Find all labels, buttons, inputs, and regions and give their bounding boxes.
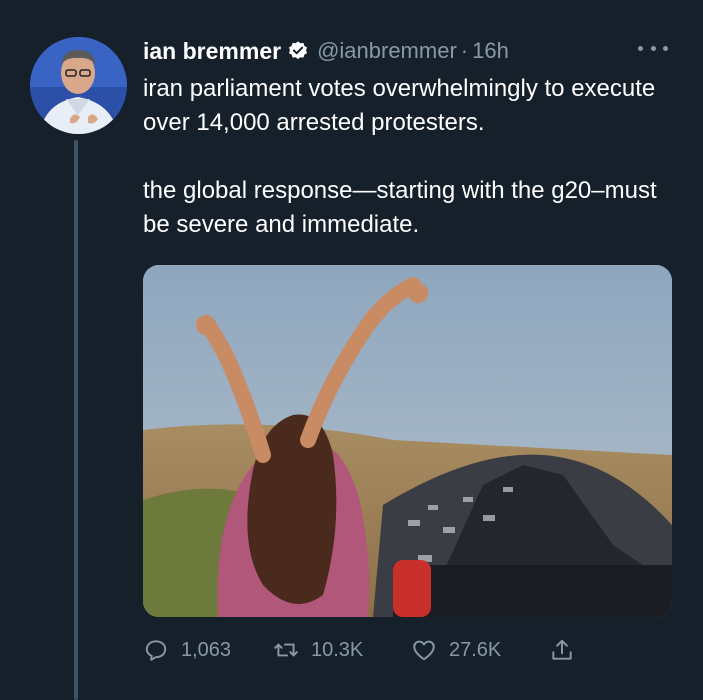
avatar[interactable] [30,37,127,134]
reply-icon [145,640,167,661]
tweet-actions: 1,063 10.3K 27.6K [143,633,572,667]
share-button[interactable] [549,637,575,663]
author-name[interactable]: ian bremmer [143,38,281,65]
like-count: 27.6K [449,638,502,661]
tweet-header: ian bremmer @ianbremmer · 16h [143,34,509,68]
author-handle[interactable]: @ianbremmer [317,38,457,64]
more-options-icon[interactable] [638,38,668,58]
like-button[interactable]: 27.6K [411,637,501,663]
avatar-image [30,37,127,134]
tweet-time[interactable]: 16h [472,38,509,64]
retweet-icon [274,643,298,657]
retweet-button[interactable]: 10.3K [273,637,363,663]
reply-button[interactable]: 1,063 [143,637,231,663]
thread-line [74,140,78,700]
heart-icon [413,640,435,661]
reply-count: 1,063 [181,638,232,661]
tweet-photo[interactable] [143,265,672,617]
verified-badge-icon [287,40,309,62]
tweet-text: iran parliament votes overwhelmingly to … [143,72,683,242]
tweet-paragraph-2: the global response—starting with the g2… [143,177,657,238]
tweet-paragraph-1: iran parliament votes overwhelmingly to … [143,75,656,136]
retweet-count: 10.3K [311,638,364,661]
share-icon [552,639,572,660]
separator: · [460,38,469,63]
